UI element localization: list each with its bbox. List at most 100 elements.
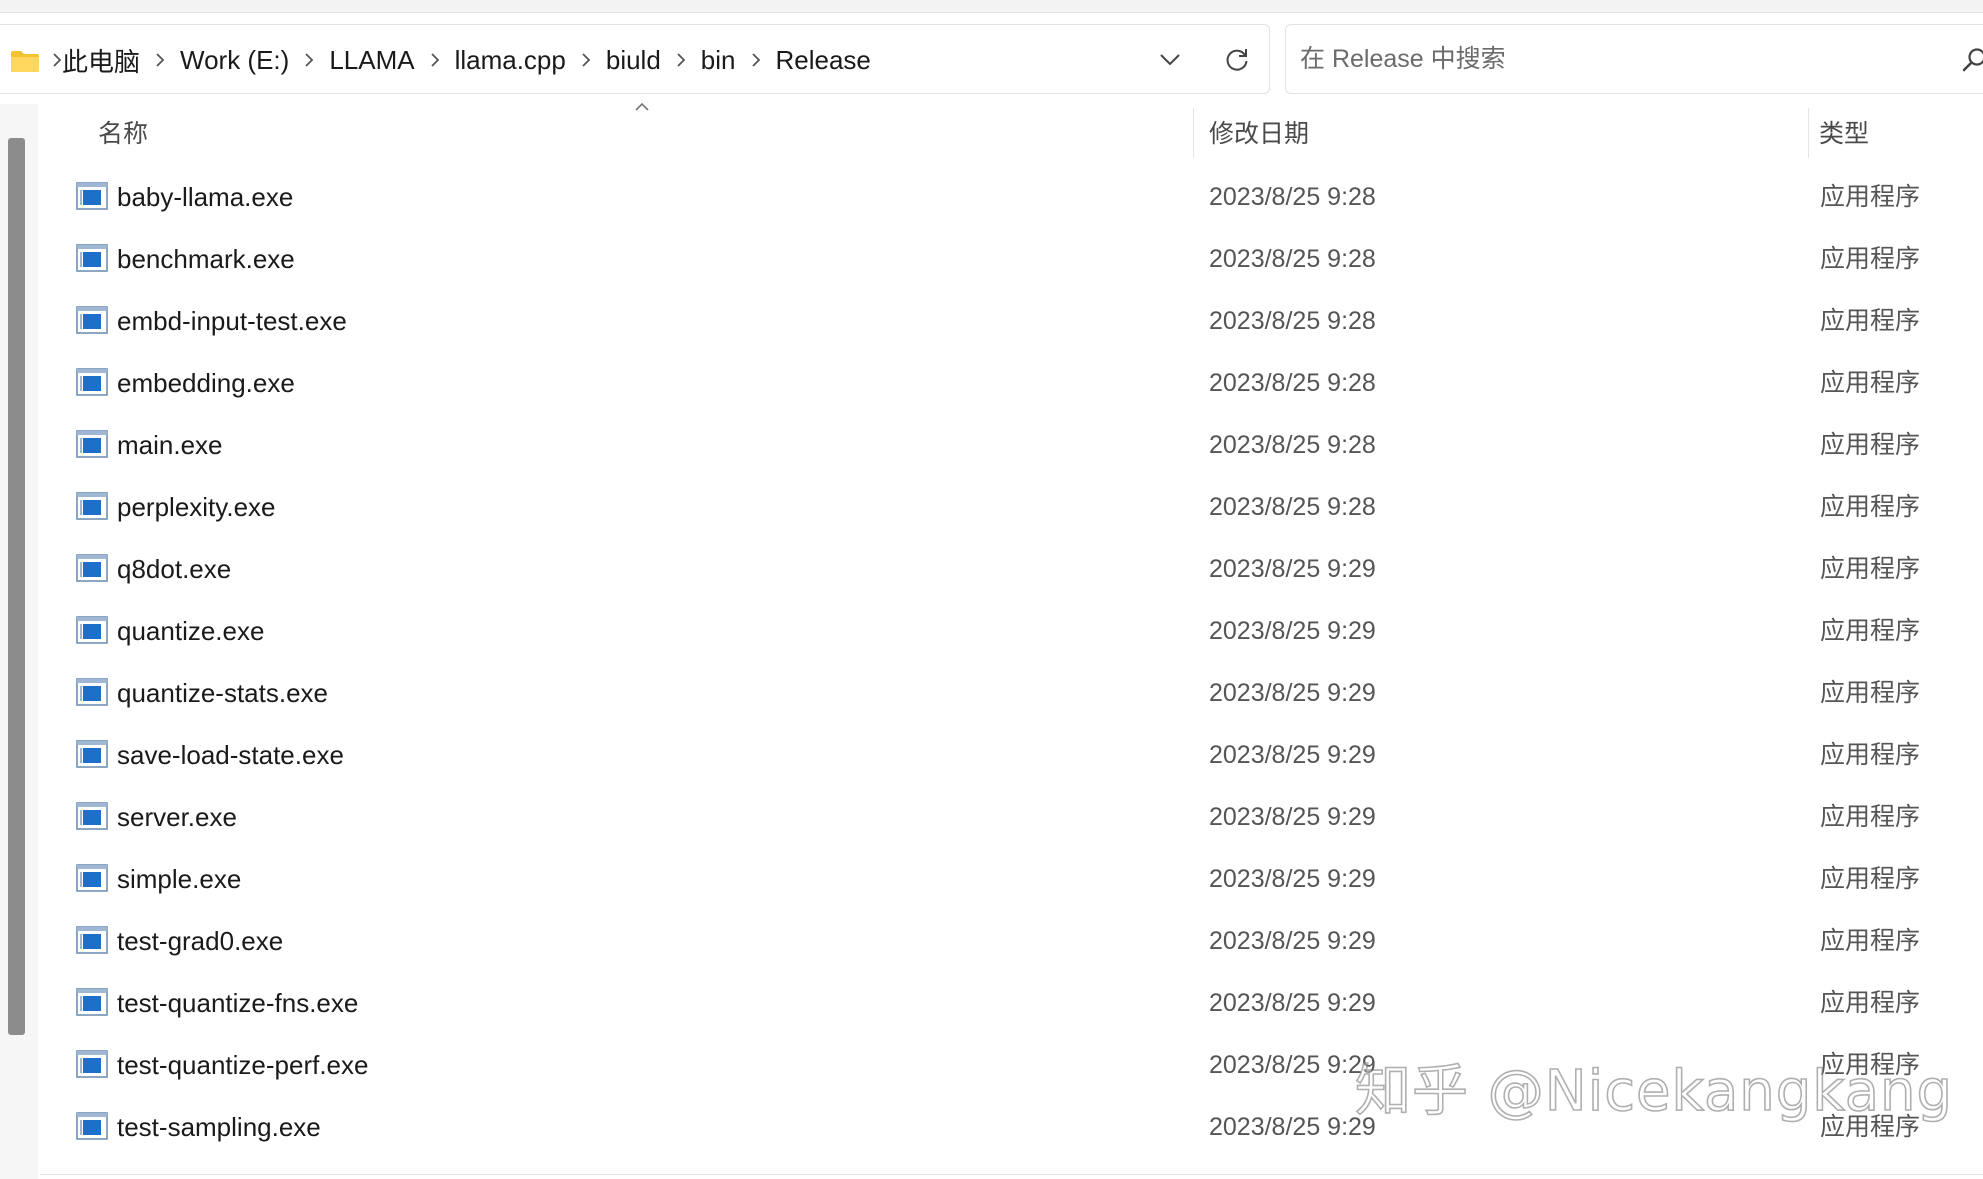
- file-date-modified: 2023/8/25 9:29: [1209, 927, 1376, 955]
- application-exe-icon: [76, 244, 108, 272]
- file-name[interactable]: save-load-state.exe: [117, 724, 344, 786]
- application-exe-icon: [76, 368, 108, 396]
- file-type: 应用程序: [1820, 741, 1921, 769]
- chevron-right-icon[interactable]: [736, 25, 776, 95]
- file-name[interactable]: perplexity.exe: [117, 476, 276, 538]
- file-date-modified: 2023/8/25 9:28: [1209, 493, 1376, 521]
- file-date-modified: 2023/8/25 9:28: [1209, 431, 1376, 459]
- application-exe-icon: [76, 926, 108, 954]
- column-header-date-modified[interactable]: 修改日期: [1209, 108, 1807, 156]
- file-row[interactable]: embd-input-test.exe 2023/8/25 9:28 应用程序: [40, 290, 1983, 352]
- file-row[interactable]: quantize.exe 2023/8/25 9:29 应用程序: [40, 600, 1983, 662]
- file-date-modified: 2023/8/25 9:29: [1209, 1113, 1376, 1141]
- application-exe-icon: [76, 1050, 108, 1078]
- file-type: 应用程序: [1820, 989, 1921, 1017]
- column-header-type[interactable]: 类型: [1819, 108, 1983, 156]
- file-type: 应用程序: [1820, 1051, 1921, 1079]
- breadcrumb: 此电脑 Work (E:) LLAMA llama.cpp biuld bin …: [62, 25, 871, 95]
- file-name[interactable]: quantize.exe: [117, 600, 264, 662]
- column-divider[interactable]: [1193, 108, 1194, 158]
- file-type: 应用程序: [1820, 183, 1921, 211]
- chevron-right-icon[interactable]: [415, 25, 455, 95]
- file-row[interactable]: test-sampling.exe 2023/8/25 9:29 应用程序: [40, 1096, 1983, 1158]
- file-row[interactable]: test-quantize-perf.exe 2023/8/25 9:29 应用…: [40, 1034, 1983, 1096]
- vertical-scrollbar-thumb[interactable]: [8, 138, 25, 1035]
- file-row[interactable]: save-load-state.exe 2023/8/25 9:29 应用程序: [40, 724, 1983, 786]
- file-row[interactable]: baby-llama.exe 2023/8/25 9:28 应用程序: [40, 166, 1983, 228]
- file-type: 应用程序: [1820, 679, 1921, 707]
- file-row[interactable]: benchmark.exe 2023/8/25 9:28 应用程序: [40, 228, 1983, 290]
- breadcrumb-work-drive[interactable]: Work (E:): [180, 45, 289, 76]
- column-header-name[interactable]: 名称: [98, 108, 1196, 156]
- application-exe-icon: [76, 306, 108, 334]
- file-type: 应用程序: [1820, 307, 1921, 335]
- file-name[interactable]: q8dot.exe: [117, 538, 231, 600]
- file-explorer-window: 此电脑 Work (E:) LLAMA llama.cpp biuld bin …: [0, 0, 1983, 1179]
- application-exe-icon: [76, 1112, 108, 1140]
- breadcrumb-bin[interactable]: bin: [701, 45, 736, 76]
- search-input[interactable]: [1300, 25, 1920, 93]
- file-date-modified: 2023/8/25 9:29: [1209, 741, 1376, 769]
- chevron-down-icon[interactable]: [1152, 42, 1188, 78]
- file-type: 应用程序: [1820, 617, 1921, 645]
- list-bottom-border: [40, 1174, 1983, 1175]
- file-name[interactable]: embd-input-test.exe: [117, 290, 347, 352]
- file-list: baby-llama.exe 2023/8/25 9:28 应用程序 bench…: [40, 166, 1983, 1158]
- file-name[interactable]: quantize-stats.exe: [117, 662, 328, 724]
- application-exe-icon: [76, 182, 108, 210]
- file-name[interactable]: test-sampling.exe: [117, 1096, 321, 1158]
- file-row[interactable]: test-grad0.exe 2023/8/25 9:29 应用程序: [40, 910, 1983, 972]
- chevron-right-icon[interactable]: [289, 25, 329, 95]
- file-row[interactable]: embedding.exe 2023/8/25 9:28 应用程序: [40, 352, 1983, 414]
- folder-icon: [10, 49, 40, 73]
- application-exe-icon: [76, 988, 108, 1016]
- file-row[interactable]: quantize-stats.exe 2023/8/25 9:29 应用程序: [40, 662, 1983, 724]
- breadcrumb-release[interactable]: Release: [776, 45, 871, 76]
- file-date-modified: 2023/8/25 9:29: [1209, 617, 1376, 645]
- chevron-right-icon[interactable]: [140, 25, 180, 95]
- file-name[interactable]: benchmark.exe: [117, 228, 295, 290]
- file-date-modified: 2023/8/25 9:28: [1209, 245, 1376, 273]
- address-bar[interactable]: 此电脑 Work (E:) LLAMA llama.cpp biuld bin …: [0, 24, 1270, 94]
- search-icon[interactable]: [1962, 47, 1983, 73]
- file-type: 应用程序: [1820, 245, 1921, 273]
- application-exe-icon: [76, 492, 108, 520]
- file-row[interactable]: q8dot.exe 2023/8/25 9:29 应用程序: [40, 538, 1983, 600]
- file-date-modified: 2023/8/25 9:29: [1209, 803, 1376, 831]
- file-date-modified: 2023/8/25 9:29: [1209, 679, 1376, 707]
- application-exe-icon: [76, 740, 108, 768]
- file-name[interactable]: main.exe: [117, 414, 223, 476]
- file-row[interactable]: simple.exe 2023/8/25 9:29 应用程序: [40, 848, 1983, 910]
- file-row[interactable]: server.exe 2023/8/25 9:29 应用程序: [40, 786, 1983, 848]
- file-type: 应用程序: [1820, 865, 1921, 893]
- refresh-icon[interactable]: [1218, 41, 1256, 79]
- file-name[interactable]: test-quantize-perf.exe: [117, 1034, 368, 1096]
- breadcrumb-llama[interactable]: LLAMA: [329, 45, 414, 76]
- file-row[interactable]: main.exe 2023/8/25 9:28 应用程序: [40, 414, 1983, 476]
- file-date-modified: 2023/8/25 9:28: [1209, 183, 1376, 211]
- file-row[interactable]: perplexity.exe 2023/8/25 9:28 应用程序: [40, 476, 1983, 538]
- file-name[interactable]: embedding.exe: [117, 352, 295, 414]
- file-type: 应用程序: [1820, 369, 1921, 397]
- chevron-right-icon[interactable]: [661, 25, 701, 95]
- file-date-modified: 2023/8/25 9:28: [1209, 307, 1376, 335]
- file-row[interactable]: test-quantize-fns.exe 2023/8/25 9:29 应用程…: [40, 972, 1983, 1034]
- file-type: 应用程序: [1820, 431, 1921, 459]
- file-name[interactable]: server.exe: [117, 786, 237, 848]
- breadcrumb-biuld[interactable]: biuld: [606, 45, 661, 76]
- file-type: 应用程序: [1820, 803, 1921, 831]
- breadcrumb-this-pc[interactable]: 此电脑: [62, 42, 140, 79]
- file-name[interactable]: baby-llama.exe: [117, 166, 293, 228]
- application-exe-icon: [76, 430, 108, 458]
- application-exe-icon: [76, 802, 108, 830]
- breadcrumb-llama-cpp[interactable]: llama.cpp: [455, 45, 566, 76]
- file-name[interactable]: test-grad0.exe: [117, 910, 283, 972]
- file-name[interactable]: test-quantize-fns.exe: [117, 972, 358, 1034]
- title-strip: [0, 0, 1983, 13]
- file-name[interactable]: simple.exe: [117, 848, 241, 910]
- column-divider[interactable]: [1808, 108, 1809, 158]
- file-type: 应用程序: [1820, 493, 1921, 521]
- file-type: 应用程序: [1820, 927, 1921, 955]
- chevron-right-icon[interactable]: [566, 25, 606, 95]
- file-type: 应用程序: [1820, 555, 1921, 583]
